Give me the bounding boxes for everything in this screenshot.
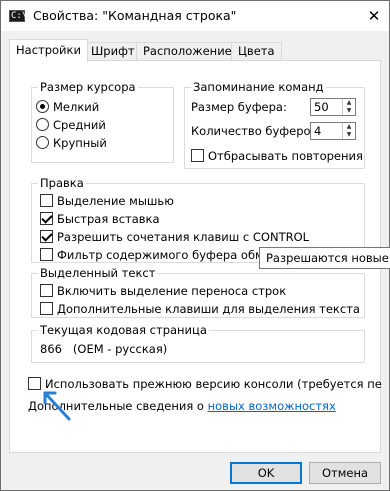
close-icon: ✕ <box>367 7 381 25</box>
buffer-size-stepper[interactable]: 50 ▲ ▼ <box>310 98 356 116</box>
discard-duplicates-checkbox[interactable]: Отбрасывать повторения <box>191 148 363 164</box>
text-selection-title: Выделенный текст <box>38 266 158 280</box>
checkbox[interactable] <box>40 284 53 297</box>
tab-bar: Настройки Шрифт Расположение Цвета <box>9 39 381 62</box>
buffer-count-label: Количество буферов: <box>191 124 322 138</box>
buffer-count-value[interactable]: 4 <box>314 123 321 139</box>
command-history-group: Запоминание команд Размер буфера: 50 ▲ ▼… <box>184 80 365 169</box>
ctrl-keys-checkbox[interactable]: Разрешить сочетания клавиш с CONTROL <box>40 229 309 245</box>
radio-label: Средний <box>53 118 106 132</box>
pointer-arrow-icon <box>43 391 71 421</box>
tab-font[interactable]: Шрифт <box>84 42 142 61</box>
cursor-size-group: Размер курсора Мелкий Средний Крупный <box>31 80 174 163</box>
radio-cursor-small[interactable]: Мелкий <box>36 99 99 115</box>
spin-up-icon[interactable]: ▲ <box>343 123 355 131</box>
codepage-value: 866 (OEM - русская) <box>40 342 168 356</box>
checkbox-label: Отбрасывать повторения <box>208 149 363 163</box>
window-title: Свойства: "Командная строка" <box>33 8 237 23</box>
checkbox-checked[interactable] <box>40 230 53 243</box>
buffer-count-stepper[interactable]: 4 ▲ ▼ <box>310 122 356 140</box>
radio-cursor-medium[interactable]: Средний <box>36 117 106 133</box>
checkbox-label: Дополнительные клавиши для выделения тек… <box>57 302 360 316</box>
extended-keys-checkbox[interactable]: Дополнительные клавиши для выделения тек… <box>40 301 360 317</box>
checkbox[interactable] <box>40 248 53 261</box>
cursor-size-title: Размер курсора <box>38 80 138 94</box>
title-bar[interactable]: C:\ Свойства: "Командная строка" ✕ <box>1 1 389 31</box>
checkbox[interactable] <box>40 302 53 315</box>
cancel-button[interactable]: Отмена <box>309 462 381 484</box>
checkbox-label: Быстрая вставка <box>57 212 160 226</box>
new-features-link[interactable]: новых возможностях <box>208 399 336 413</box>
checkbox[interactable] <box>40 194 53 207</box>
spin-arrows[interactable]: ▲ ▼ <box>342 123 355 139</box>
radio-button[interactable] <box>36 136 49 149</box>
command-history-title: Запоминание команд <box>191 80 326 94</box>
checkbox-label: Использовать прежнюю версию консоли (тре… <box>45 377 382 391</box>
tooltip: Разрешаются новые с <box>259 247 390 269</box>
checkbox-label: Выделение мышью <box>57 194 174 208</box>
buffer-size-value[interactable]: 50 <box>314 99 329 115</box>
quick-edit-checkbox[interactable]: Выделение мышью <box>40 193 174 209</box>
checkbox-checked[interactable] <box>40 212 53 225</box>
spin-up-icon[interactable]: ▲ <box>343 99 355 107</box>
close-button[interactable]: ✕ <box>363 5 385 27</box>
legacy-console-checkbox[interactable]: Использовать прежнюю версию консоли (тре… <box>28 376 382 392</box>
line-wrap-selection-checkbox[interactable]: Включить выделение переноса строк <box>40 283 286 299</box>
tab-colors[interactable]: Цвета <box>231 42 282 61</box>
tab-layout[interactable]: Расположение <box>136 42 239 61</box>
codepage-group: Текущая кодовая страница 866 (OEM - русс… <box>31 323 365 363</box>
edit-options-title: Правка <box>38 176 86 190</box>
radio-label: Мелкий <box>53 100 100 114</box>
radio-button-checked[interactable] <box>36 100 49 113</box>
radio-label: Крупный <box>53 136 107 150</box>
tab-settings[interactable]: Настройки <box>9 39 88 62</box>
console-app-icon: C:\ <box>9 10 28 22</box>
insert-mode-checkbox[interactable]: Быстрая вставка <box>40 211 160 227</box>
radio-button[interactable] <box>36 118 49 131</box>
checkbox-label: Разрешить сочетания клавиш с CONTROL <box>57 230 310 244</box>
checkbox-label: Включить выделение переноса строк <box>57 284 287 298</box>
text-selection-group: Выделенный текст Включить выделение пере… <box>31 266 365 318</box>
spin-down-icon[interactable]: ▼ <box>343 107 355 115</box>
spin-down-icon[interactable]: ▼ <box>343 131 355 139</box>
checkbox[interactable] <box>191 149 204 162</box>
radio-cursor-large[interactable]: Крупный <box>36 135 107 151</box>
buffer-size-label: Размер буфера: <box>191 100 287 114</box>
ok-button[interactable]: OK <box>230 462 302 484</box>
codepage-title: Текущая кодовая страница <box>38 323 209 337</box>
spin-arrows[interactable]: ▲ ▼ <box>342 99 355 115</box>
properties-dialog: C:\ Свойства: "Командная строка" ✕ Настр… <box>0 0 390 491</box>
